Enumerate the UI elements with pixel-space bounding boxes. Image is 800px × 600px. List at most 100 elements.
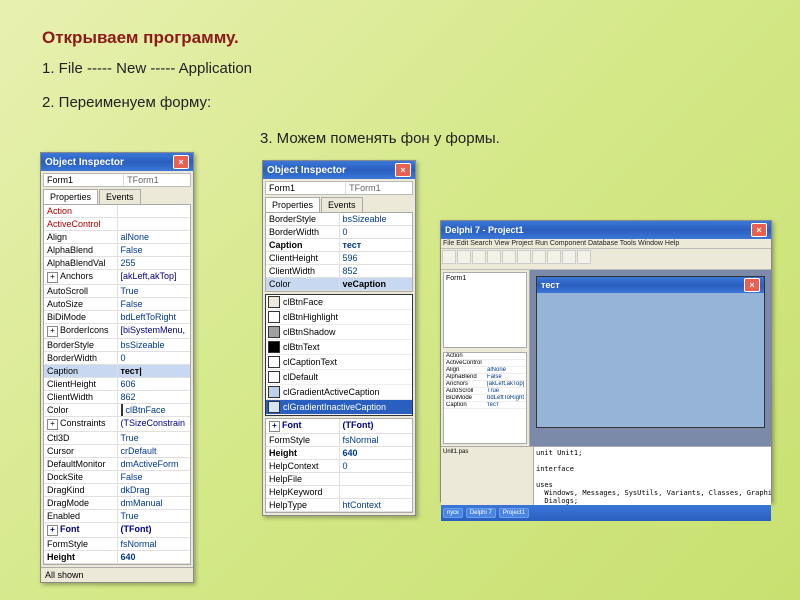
property-row[interactable]: Captionтест| — [44, 365, 190, 378]
color-dropdown[interactable]: clBtnFaceclBtnHighlightclBtnShadowclBtnT… — [265, 294, 413, 416]
property-grid[interactable]: ActionActiveControlAlignalNoneAlphaBlend… — [43, 204, 191, 565]
property-value[interactable]: dkDrag — [118, 484, 191, 496]
color-option[interactable]: clBtnHighlight — [266, 310, 412, 325]
property-grid-top[interactable]: BorderStylebsSizeableBorderWidth0Caption… — [265, 212, 413, 292]
property-row[interactable]: HelpTypehtContext — [266, 499, 412, 512]
property-value[interactable]: bdLeftToRight — [118, 311, 191, 323]
color-option[interactable]: clDefault — [266, 370, 412, 385]
property-row[interactable]: FormStylefsNormal — [266, 434, 412, 447]
expand-icon[interactable]: + — [269, 421, 280, 432]
titlebar[interactable]: Object Inspector × — [263, 161, 415, 179]
property-row[interactable]: AlphaBlendVal255 — [44, 257, 190, 270]
toolbar-button[interactable] — [457, 250, 471, 264]
property-row[interactable]: AutoScrollTrue — [444, 388, 526, 395]
start-button[interactable]: пуск — [443, 508, 463, 518]
property-value[interactable] — [485, 353, 526, 359]
close-icon[interactable]: × — [395, 163, 411, 177]
property-row[interactable]: DragModedmManual — [44, 497, 190, 510]
property-value[interactable]: 852 — [340, 265, 413, 277]
property-value[interactable]: clBtnFace — [118, 404, 191, 416]
property-row[interactable]: Height640 — [266, 447, 412, 460]
property-value[interactable]: dmActiveForm — [118, 458, 191, 470]
property-row[interactable]: Anchors[akLeft,akTop] — [444, 381, 526, 388]
property-value[interactable]: htContext — [340, 499, 413, 511]
property-row[interactable]: +Font(TFont) — [266, 419, 412, 434]
property-value[interactable]: False — [485, 374, 526, 380]
property-row[interactable]: +Font(TFont) — [44, 523, 190, 538]
property-value[interactable] — [485, 360, 526, 366]
property-row[interactable]: AlphaBlendFalse — [444, 374, 526, 381]
toolbar-button[interactable] — [517, 250, 531, 264]
property-value[interactable]: [akLeft,akTop] — [485, 381, 526, 387]
form-titlebar[interactable]: тест × — [537, 277, 764, 293]
property-row[interactable]: HelpKeyword — [266, 486, 412, 499]
property-value[interactable]: bsSizeable — [340, 213, 413, 225]
toolbar-button[interactable] — [577, 250, 591, 264]
property-value[interactable]: тест — [340, 239, 413, 251]
property-row[interactable]: ClientWidth852 — [266, 265, 412, 278]
tab-properties[interactable]: Properties — [43, 189, 98, 204]
form-designer-area[interactable]: тест × — [530, 270, 771, 446]
property-row[interactable]: AutoSizeFalse — [44, 298, 190, 311]
property-value[interactable]: [akLeft,akTop] — [118, 270, 191, 284]
property-value[interactable] — [118, 218, 191, 230]
property-value[interactable]: 0 — [340, 460, 413, 472]
toolbar-button[interactable] — [502, 250, 516, 264]
property-value[interactable]: 862 — [118, 391, 191, 403]
property-value[interactable]: тест — [485, 402, 526, 408]
property-row[interactable]: ActiveControl — [444, 360, 526, 367]
property-row[interactable]: AlignalNone — [444, 367, 526, 374]
property-value[interactable]: (TSizeConstrain — [118, 417, 191, 431]
property-row[interactable]: DockSiteFalse — [44, 471, 190, 484]
property-row[interactable]: Height640 — [44, 551, 190, 564]
design-form[interactable]: тест × — [536, 276, 765, 428]
property-row[interactable]: +BorderIcons[biSystemMenu, — [44, 324, 190, 339]
property-value[interactable]: 596 — [340, 252, 413, 264]
property-row[interactable]: BorderStylebsSizeable — [44, 339, 190, 352]
property-row[interactable]: BorderWidth0 — [44, 352, 190, 365]
property-value[interactable]: bdLeftToRight — [485, 395, 526, 401]
property-value[interactable]: 0 — [118, 352, 191, 364]
expand-icon[interactable]: + — [47, 525, 58, 536]
property-value[interactable]: False — [118, 471, 191, 483]
toolbar-button[interactable] — [562, 250, 576, 264]
property-row[interactable]: BorderWidth0 — [266, 226, 412, 239]
toolbar-button[interactable] — [442, 250, 456, 264]
property-value[interactable]: fsNormal — [118, 538, 191, 550]
property-value[interactable]: True — [118, 432, 191, 444]
property-row[interactable]: ClientWidth862 — [44, 391, 190, 404]
taskbar[interactable]: пуск Delphi 7 Project1 — [441, 505, 771, 521]
property-value[interactable]: (TFont) — [340, 419, 413, 433]
property-value[interactable]: (TFont) — [118, 523, 191, 537]
property-row[interactable]: BiDiModebdLeftToRight — [444, 395, 526, 402]
color-option[interactable]: clBtnShadow — [266, 325, 412, 340]
ide-toolbar[interactable] — [441, 249, 771, 270]
taskbar-item[interactable]: Project1 — [499, 508, 529, 518]
property-row[interactable]: ColorveCaption — [266, 278, 412, 291]
property-row[interactable]: ColorclBtnFace — [44, 404, 190, 417]
toolbar-button[interactable] — [532, 250, 546, 264]
property-row[interactable]: BorderStylebsSizeable — [266, 213, 412, 226]
property-value[interactable]: 255 — [118, 257, 191, 269]
property-value[interactable]: 640 — [118, 551, 191, 563]
object-tree[interactable]: Form1 — [443, 272, 527, 348]
property-row[interactable]: BiDiModebdLeftToRight — [44, 311, 190, 324]
color-option[interactable]: clBtnText — [266, 340, 412, 355]
property-value[interactable]: bsSizeable — [118, 339, 191, 351]
property-value[interactable]: crDefault — [118, 445, 191, 457]
menu-bar[interactable]: File Edit Search View Project Run Compon… — [441, 239, 771, 249]
property-value[interactable] — [118, 205, 191, 217]
property-row[interactable]: Action — [444, 353, 526, 360]
property-row[interactable]: ClientHeight606 — [44, 378, 190, 391]
property-value[interactable] — [340, 473, 413, 485]
property-row[interactable]: +Constraints(TSizeConstrain — [44, 417, 190, 432]
property-row[interactable]: Ctl3DTrue — [44, 432, 190, 445]
property-row[interactable]: ClientHeight596 — [266, 252, 412, 265]
code-explorer[interactable]: Unit1.pas — [441, 447, 534, 505]
property-value[interactable]: fsNormal — [340, 434, 413, 446]
titlebar[interactable]: Delphi 7 - Project1 × — [441, 221, 771, 239]
property-value[interactable]: 606 — [118, 378, 191, 390]
property-row[interactable]: AlignalNone — [44, 231, 190, 244]
color-option[interactable]: clGradientActiveCaption — [266, 385, 412, 400]
close-icon[interactable]: × — [744, 278, 760, 292]
